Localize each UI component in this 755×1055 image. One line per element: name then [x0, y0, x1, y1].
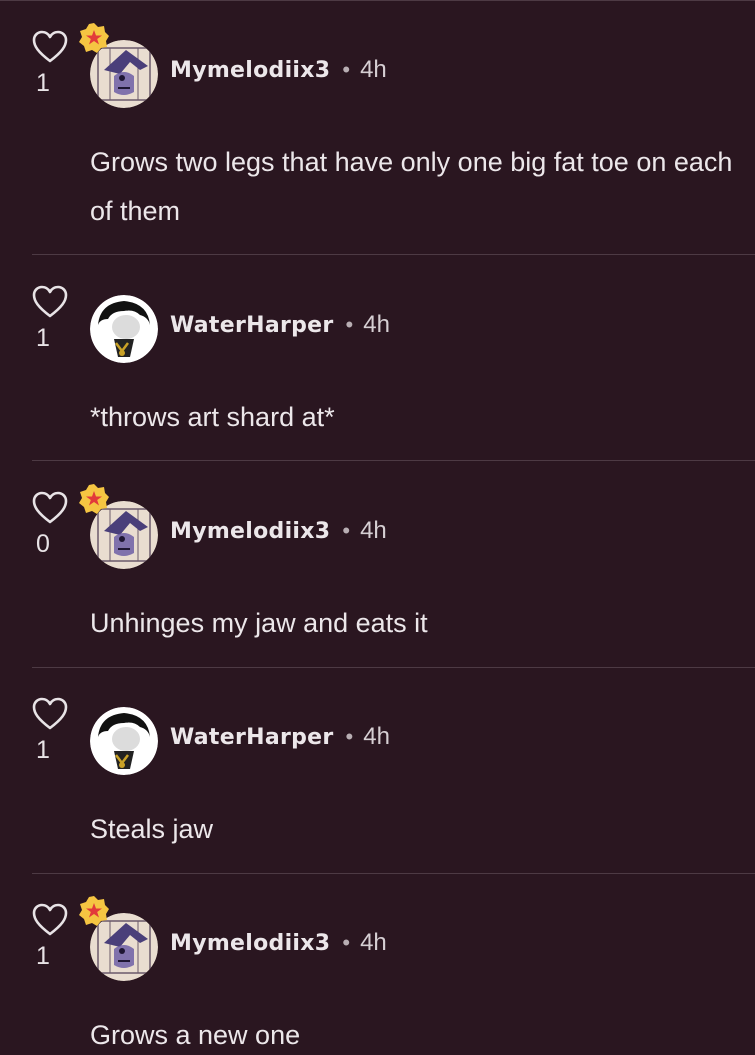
like-count: 1 — [36, 736, 50, 764]
waterharper-avatar-icon — [90, 295, 158, 363]
comment-item: 1 Mymelodiix3 • 4h Grows two legs that hav… — [0, 0, 755, 255]
like-column: 1 — [30, 285, 70, 351]
comment-body: Grows two legs that have only one big fa… — [90, 147, 733, 226]
like-column: 0 — [30, 491, 70, 557]
username[interactable]: WaterHarper — [170, 313, 334, 338]
timestamp: 4h — [360, 56, 387, 83]
like-column: 1 — [30, 903, 70, 969]
username[interactable]: Mymelodiix3 — [170, 931, 330, 956]
badge-icon — [79, 896, 109, 926]
comment-item: 0 Mymelodiix3 • 4h Unhinges my jaw and eat… — [0, 461, 755, 668]
badge-icon — [79, 23, 109, 53]
avatar[interactable] — [90, 295, 158, 363]
separator-dot: • — [342, 518, 351, 543]
like-count: 1 — [36, 942, 50, 970]
like-count: 0 — [36, 530, 50, 558]
heart-icon[interactable] — [32, 697, 68, 731]
waterharper-avatar-icon — [90, 707, 158, 775]
timestamp: 4h — [363, 311, 390, 338]
separator-dot: • — [345, 724, 354, 749]
avatar[interactable] — [90, 707, 158, 775]
like-count: 1 — [36, 69, 50, 97]
comment-body: *throws art shard at* — [90, 402, 335, 432]
comment-meta: Mymelodiix3 • 4h — [170, 52, 387, 88]
like-count: 1 — [36, 324, 50, 352]
comment-meta: WaterHarper • 4h — [170, 719, 390, 755]
comment-body: Steals jaw — [90, 814, 214, 844]
comment-item: 1 Mymelodiix3 • 4h Grows a new one — [0, 873, 755, 1055]
badge-icon — [79, 484, 109, 514]
heart-icon[interactable] — [32, 285, 68, 319]
timestamp: 4h — [363, 723, 390, 750]
comment-item: 1 WaterHarper • 4h *throws art shard at* — [0, 255, 755, 461]
comment-thread: 1 Mymelodiix3 • 4h Grows two legs that hav… — [0, 0, 755, 1055]
separator-dot: • — [342, 57, 351, 82]
timestamp: 4h — [360, 929, 387, 956]
heart-icon[interactable] — [32, 30, 68, 64]
like-column: 1 — [30, 30, 70, 96]
like-column: 1 — [30, 697, 70, 763]
username[interactable]: Mymelodiix3 — [170, 58, 330, 83]
comment-meta: Mymelodiix3 • 4h — [170, 925, 387, 961]
comment-meta: Mymelodiix3 • 4h — [170, 513, 387, 549]
comment-item: 1 WaterHarper • 4h Steals jaw — [0, 667, 755, 874]
separator-dot: • — [342, 930, 351, 955]
comment-body: Unhinges my jaw and eats it — [90, 608, 428, 638]
comment-meta: WaterHarper • 4h — [170, 307, 390, 343]
username[interactable]: WaterHarper — [170, 725, 334, 750]
username[interactable]: Mymelodiix3 — [170, 519, 330, 544]
timestamp: 4h — [360, 517, 387, 544]
heart-icon[interactable] — [32, 491, 68, 525]
comment-body: Grows a new one — [90, 1020, 301, 1050]
heart-icon[interactable] — [32, 903, 68, 937]
separator-dot: • — [345, 312, 354, 337]
